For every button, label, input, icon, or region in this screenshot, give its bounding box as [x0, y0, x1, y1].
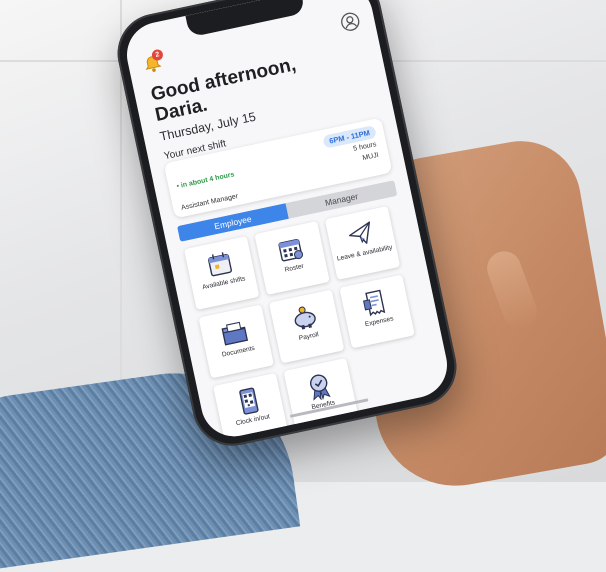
folder-icon: [221, 321, 249, 346]
calendar-shifts-icon: [208, 252, 232, 277]
tile-payroll[interactable]: Payroll: [268, 289, 345, 364]
tile-expenses[interactable]: Expenses: [339, 274, 415, 349]
shift-eta: • in about 4 hours: [176, 171, 236, 191]
award-badge-icon: [310, 374, 331, 401]
paper-plane-icon: [348, 221, 371, 244]
tile-documents[interactable]: Documents: [198, 304, 274, 379]
piggy-bank-icon: [294, 306, 316, 330]
shift-location: MUJI: [361, 151, 380, 163]
roster-calendar-icon: [278, 238, 304, 262]
receipt-icon: [363, 289, 386, 317]
tile-available-shifts[interactable]: Available shifts: [183, 235, 260, 310]
phone-qr-icon: [239, 387, 259, 415]
tile-roster[interactable]: Roster: [254, 221, 330, 295]
shift-role: Assistant Manager: [180, 192, 239, 212]
tile-leave-availability[interactable]: Leave & availability: [324, 206, 401, 280]
notifications-button[interactable]: 2: [141, 48, 165, 76]
profile-button[interactable]: [338, 10, 362, 34]
user-avatar-icon: [341, 12, 360, 31]
shift-duration: 5 hours: [352, 141, 378, 153]
